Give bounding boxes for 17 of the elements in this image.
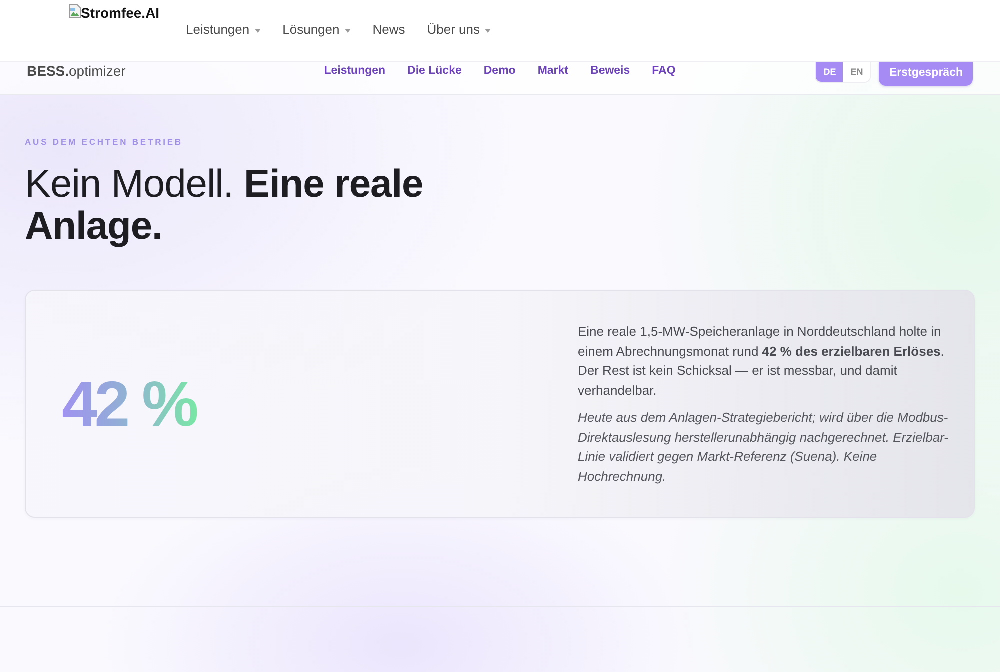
nav-link[interactable]: News <box>372 22 406 38</box>
nav-link[interactable]: Leistungen <box>186 22 261 38</box>
section-link[interactable]: Markt <box>538 64 569 79</box>
nav-link[interactable]: Lösungen <box>282 22 351 38</box>
broken-image-icon <box>69 4 81 18</box>
brand-logo[interactable]: BESS.optimizer <box>27 62 126 80</box>
section-link[interactable]: Demo <box>484 64 516 79</box>
section-link[interactable]: Leistungen <box>324 64 386 79</box>
section-eyebrow: AUS DEM ECHTEN BETRIEB <box>25 136 183 148</box>
section-link[interactable]: FAQ <box>652 64 676 79</box>
nav-link[interactable]: Über uns <box>427 22 492 38</box>
stat-description: Eine reale 1,5-MW-Speicheranlage in Norddeutschland holte in einem Abrechnungsmonat rund 42 % des erzielbaren Erlöses. Der Rest ist kein Schicksal — er ist messbar, und damit verhandelbar. <box>578 323 946 400</box>
hero-headline: Kein Modell. Eine reale Anlage. <box>25 164 424 248</box>
section-link[interactable]: Beweis <box>590 64 630 79</box>
section-link[interactable]: Die Lücke <box>408 64 462 79</box>
logo-text[interactable]: Stromfee.AI <box>81 5 160 22</box>
source-note: Heute aus dem Anlagen-Strategiebericht; wird über die Modbus-Direktauslesung herstellerunabhängig nachgerechnet. Erzielbar-Linie validiert gegen Markt-Referenz (Suena). Keine Hochrechnung. <box>578 409 950 486</box>
